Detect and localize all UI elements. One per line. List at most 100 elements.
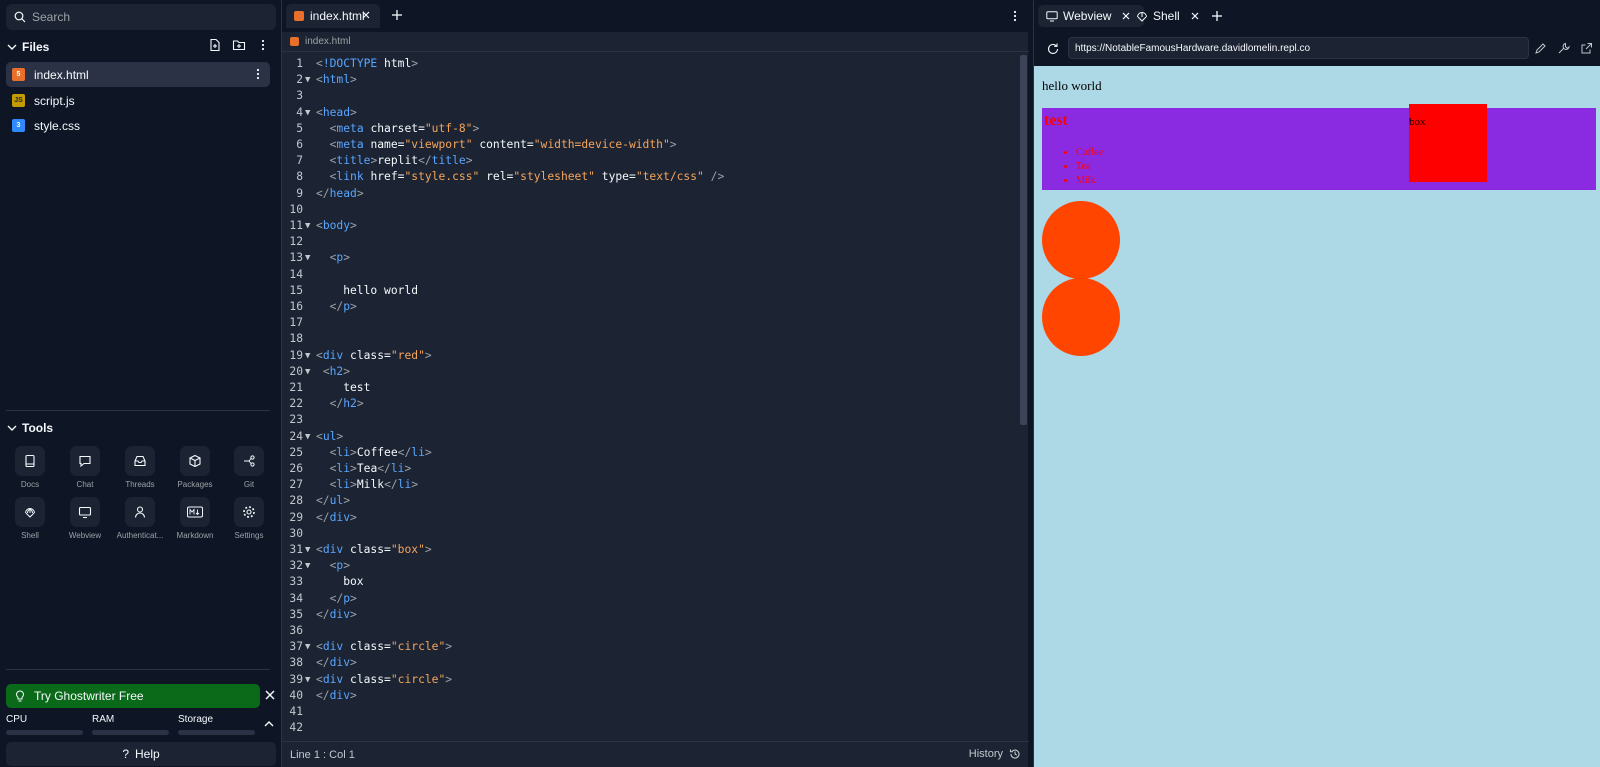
code-line[interactable]: 34 </p> <box>282 591 1017 608</box>
external-link-icon[interactable] <box>1580 42 1593 55</box>
code-line[interactable]: 11 ▼ <body> <box>282 218 1017 235</box>
file-item-style-css[interactable]: 3 style.css <box>6 113 270 138</box>
code-line[interactable]: 6 <meta name="viewport" content="width=d… <box>282 137 1017 154</box>
close-icon[interactable] <box>1190 11 1200 21</box>
tool-label: Git <box>243 480 255 489</box>
fold-arrow-icon[interactable]: ▼ <box>305 218 310 235</box>
code-line[interactable]: 30 <box>282 526 1017 543</box>
code-line[interactable]: 31 ▼ <div class="box"> <box>282 542 1017 559</box>
code-line[interactable]: 28 </ul> <box>282 493 1017 510</box>
code-line[interactable]: 19 ▼ <div class="red"> <box>282 348 1017 365</box>
help-button[interactable]: ? Help <box>6 742 276 766</box>
files-header[interactable]: Files <box>6 38 276 56</box>
code-line[interactable]: 3 <box>282 88 1017 105</box>
tool-settings[interactable]: Settings <box>222 497 276 540</box>
code-line[interactable]: 5 <meta charset="utf-8"> <box>282 121 1017 138</box>
code-line[interactable]: 27 <li>Milk</li> <box>282 477 1017 494</box>
plus-icon[interactable] <box>390 8 404 22</box>
code-line[interactable]: 32 ▼ <p> <box>282 558 1017 575</box>
code-line[interactable]: 2 ▼ <html> <box>282 72 1017 89</box>
chevron-down-icon[interactable] <box>6 41 18 53</box>
code-line[interactable]: 25 <li>Coffee</li> <box>282 445 1017 462</box>
fold-arrow-icon[interactable]: ▼ <box>305 72 310 89</box>
code-line[interactable]: 33 box <box>282 574 1017 591</box>
chevron-down-icon[interactable] <box>6 422 18 434</box>
code-line[interactable]: 15 hello world <box>282 283 1017 300</box>
code-line[interactable]: 39 ▼ <div class="circle"> <box>282 672 1017 689</box>
code-line[interactable]: 9 </head> <box>282 186 1017 203</box>
new-folder-icon[interactable] <box>232 38 246 52</box>
fold-arrow-icon[interactable]: ▼ <box>305 542 310 559</box>
new-file-icon[interactable] <box>208 38 222 52</box>
url-input[interactable]: https://NotableFamousHardware.davidlomel… <box>1068 37 1529 59</box>
code-line[interactable]: 8 <link href="style.css" rel="stylesheet… <box>282 169 1017 186</box>
fold-arrow-icon[interactable]: ▼ <box>305 429 310 446</box>
fold-arrow-icon[interactable]: ▼ <box>305 250 310 267</box>
code-line[interactable]: 22 </h2> <box>282 396 1017 413</box>
code-line[interactable]: 4 ▼ <head> <box>282 105 1017 122</box>
close-icon[interactable] <box>360 9 372 21</box>
code-line[interactable]: 1 <!DOCTYPE html> <box>282 56 1017 73</box>
tool-git[interactable]: Git <box>222 446 276 489</box>
tab-shell[interactable]: Shell <box>1128 5 1213 27</box>
code-line[interactable]: 23 <box>282 412 1017 429</box>
tool-threads[interactable]: Threads <box>113 446 167 489</box>
search-box[interactable] <box>6 4 276 30</box>
code-line[interactable]: 12 <box>282 234 1017 251</box>
code-line[interactable]: 38 </div> <box>282 655 1017 672</box>
tool-authentication[interactable]: Authenticat... <box>113 497 167 540</box>
tool-packages[interactable]: Packages <box>168 446 222 489</box>
tool-webview[interactable]: Webview <box>58 497 112 540</box>
fold-arrow-icon[interactable]: ▼ <box>305 558 310 575</box>
code-line[interactable]: 10 <box>282 202 1017 219</box>
chevron-up-icon[interactable] <box>263 718 275 730</box>
tool-chat[interactable]: Chat <box>58 446 112 489</box>
code-line[interactable]: 18 <box>282 331 1017 348</box>
ghostwriter-button[interactable]: Try Ghostwriter Free <box>6 684 260 708</box>
code-area[interactable]: 1 <!DOCTYPE html> 2 ▼ <html> 3 4 ▼ <head> 5 <meta… <box>282 55 1017 735</box>
line-number: 31 <box>289 543 303 556</box>
history-button[interactable]: History <box>969 748 1021 760</box>
code-line[interactable]: 29 </div> <box>282 510 1017 527</box>
file-item-script-js[interactable]: JS script.js <box>6 88 270 113</box>
code-line[interactable]: 16 </p> <box>282 299 1017 316</box>
code-line[interactable]: 37 ▼ <div class="circle"> <box>282 639 1017 656</box>
code-line[interactable]: 7 <title>replit</title> <box>282 153 1017 170</box>
breadcrumb[interactable]: index.html <box>282 32 1029 52</box>
tool-markdown[interactable]: Markdown <box>168 497 222 540</box>
code-line[interactable]: 14 <box>282 267 1017 284</box>
close-icon[interactable] <box>263 688 277 702</box>
editor-menu-icon[interactable] <box>1009 9 1021 23</box>
search-input[interactable] <box>32 10 252 24</box>
tool-docs[interactable]: Docs <box>3 446 57 489</box>
plus-icon[interactable] <box>1210 9 1224 23</box>
code-line[interactable]: 42 <box>282 720 1017 735</box>
code-line[interactable]: 35 </div> <box>282 607 1017 624</box>
code-line[interactable]: 21 test <box>282 380 1017 397</box>
tools-header[interactable]: Tools <box>6 420 53 436</box>
file-menu-icon[interactable] <box>252 67 264 81</box>
fold-arrow-icon[interactable]: ▼ <box>305 639 310 656</box>
fold-arrow-icon[interactable]: ▼ <box>305 348 310 365</box>
code-line[interactable]: 41 <box>282 704 1017 721</box>
tool-shell[interactable]: Shell <box>3 497 57 540</box>
fold-arrow-icon[interactable]: ▼ <box>305 364 310 381</box>
code-line[interactable]: 20 ▼ <h2> <box>282 364 1017 381</box>
code-line[interactable]: 26 <li>Tea</li> <box>282 461 1017 478</box>
tab-index-html[interactable]: index.html <box>286 4 380 28</box>
pencil-icon[interactable] <box>1534 42 1547 55</box>
code-line[interactable]: 24 ▼ <ul> <box>282 429 1017 446</box>
code-line[interactable]: 13 ▼ <p> <box>282 250 1017 267</box>
editor-scrollbar[interactable] <box>1020 55 1027 425</box>
code-line[interactable]: 40 </div> <box>282 688 1017 705</box>
fold-arrow-icon[interactable]: ▼ <box>305 672 310 689</box>
reload-icon[interactable] <box>1046 42 1060 56</box>
webview-viewport[interactable]: hello world test Coffee Tea Milk box <box>1034 66 1600 767</box>
code-line[interactable]: 36 <box>282 623 1017 640</box>
wrench-icon[interactable] <box>1557 42 1570 55</box>
fold-arrow-icon[interactable]: ▼ <box>305 105 310 122</box>
file-item-index-html[interactable]: 5 index.html <box>6 62 270 87</box>
cursor-position[interactable]: Line 1 : Col 1 <box>290 749 355 761</box>
files-menu-icon[interactable] <box>256 38 270 52</box>
code-line[interactable]: 17 <box>282 315 1017 332</box>
